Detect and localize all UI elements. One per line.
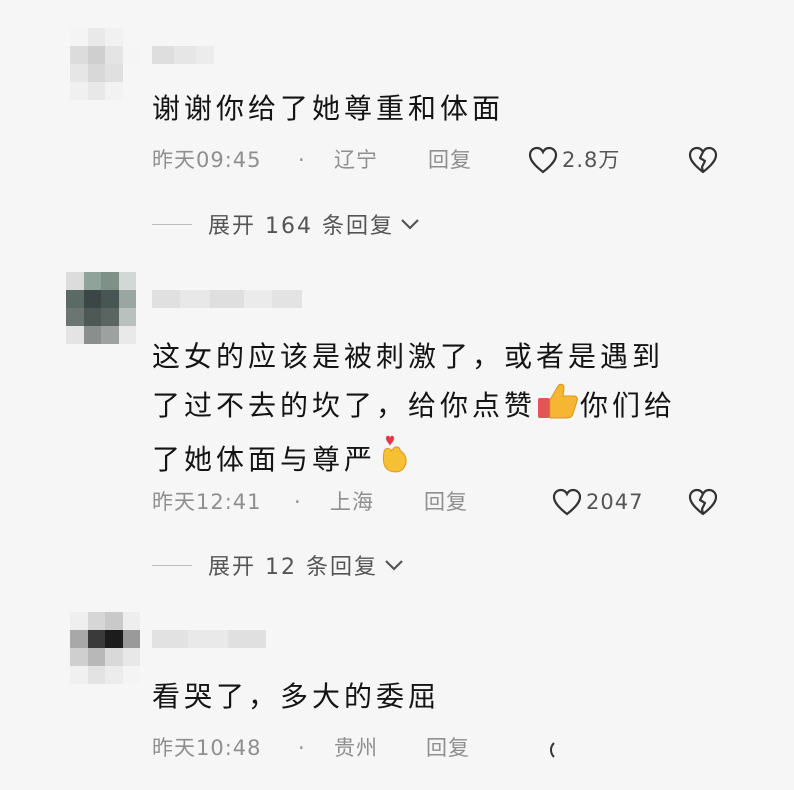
reply-button[interactable]: 回复 bbox=[428, 144, 472, 176]
chevron-down-icon bbox=[400, 212, 420, 237]
avatar[interactable] bbox=[66, 272, 136, 344]
reply-button[interactable]: 回复 bbox=[426, 732, 470, 764]
like-count: 2047 bbox=[586, 490, 644, 514]
like-button[interactable]: 2.8万 bbox=[528, 144, 620, 176]
comment-text: 这女的应该是被刺激了，或者是遇到 了过不去的坎了，给你点赞 你们给 了她体面与尊严 bbox=[152, 334, 752, 488]
username-blurred[interactable] bbox=[152, 46, 214, 64]
comment-location: 贵州 bbox=[334, 736, 378, 760]
finger-heart-emoji bbox=[376, 434, 412, 488]
comment-time: 昨天12:41 bbox=[152, 490, 262, 514]
divider-line bbox=[152, 223, 192, 225]
thumbs-up-emoji bbox=[536, 380, 580, 434]
broken-heart-icon bbox=[688, 488, 718, 516]
comment-time: 昨天10:48 bbox=[152, 736, 262, 760]
comment-text: 谢谢你给了她尊重和体面 bbox=[152, 92, 505, 125]
chevron-down-icon bbox=[384, 553, 404, 578]
avatar[interactable] bbox=[70, 28, 140, 100]
meta-separator: · bbox=[294, 490, 302, 514]
expand-replies-label: 展开 12 条回复 bbox=[208, 555, 378, 580]
expand-replies-label: 展开 164 条回复 bbox=[208, 214, 394, 239]
like-count: 2.8万 bbox=[562, 148, 621, 172]
heart-outline-icon[interactable] bbox=[548, 736, 556, 768]
heart-outline-icon bbox=[528, 146, 558, 174]
like-button[interactable]: 2047 bbox=[552, 486, 643, 518]
heart-outline-icon bbox=[552, 488, 582, 516]
comment-meta: 昨天12:41 · 上海 回复 2047 bbox=[152, 486, 732, 518]
divider-line bbox=[152, 564, 192, 566]
meta-separator: · bbox=[298, 736, 306, 760]
comment-location: 辽宁 bbox=[334, 148, 378, 172]
comment-text: 看哭了，多大的委屈 bbox=[152, 680, 441, 713]
dislike-button[interactable] bbox=[688, 488, 718, 516]
comment-meta: 昨天10:48 · 贵州 回复 bbox=[152, 732, 732, 764]
username-blurred[interactable] bbox=[152, 630, 266, 648]
comment-meta: 昨天09:45 · 辽宁 回复 2.8万 bbox=[152, 144, 732, 176]
expand-replies-button[interactable]: 展开 164 条回复 bbox=[152, 209, 420, 239]
dislike-button[interactable] bbox=[688, 146, 718, 174]
comment-location: 上海 bbox=[330, 490, 374, 514]
comment-time: 昨天09:45 bbox=[152, 148, 262, 172]
meta-separator: · bbox=[298, 148, 306, 172]
expand-replies-button[interactable]: 展开 12 条回复 bbox=[152, 550, 404, 580]
username-blurred[interactable] bbox=[152, 290, 302, 308]
broken-heart-icon bbox=[688, 146, 718, 174]
reply-button[interactable]: 回复 bbox=[424, 486, 468, 518]
avatar[interactable] bbox=[70, 612, 140, 684]
